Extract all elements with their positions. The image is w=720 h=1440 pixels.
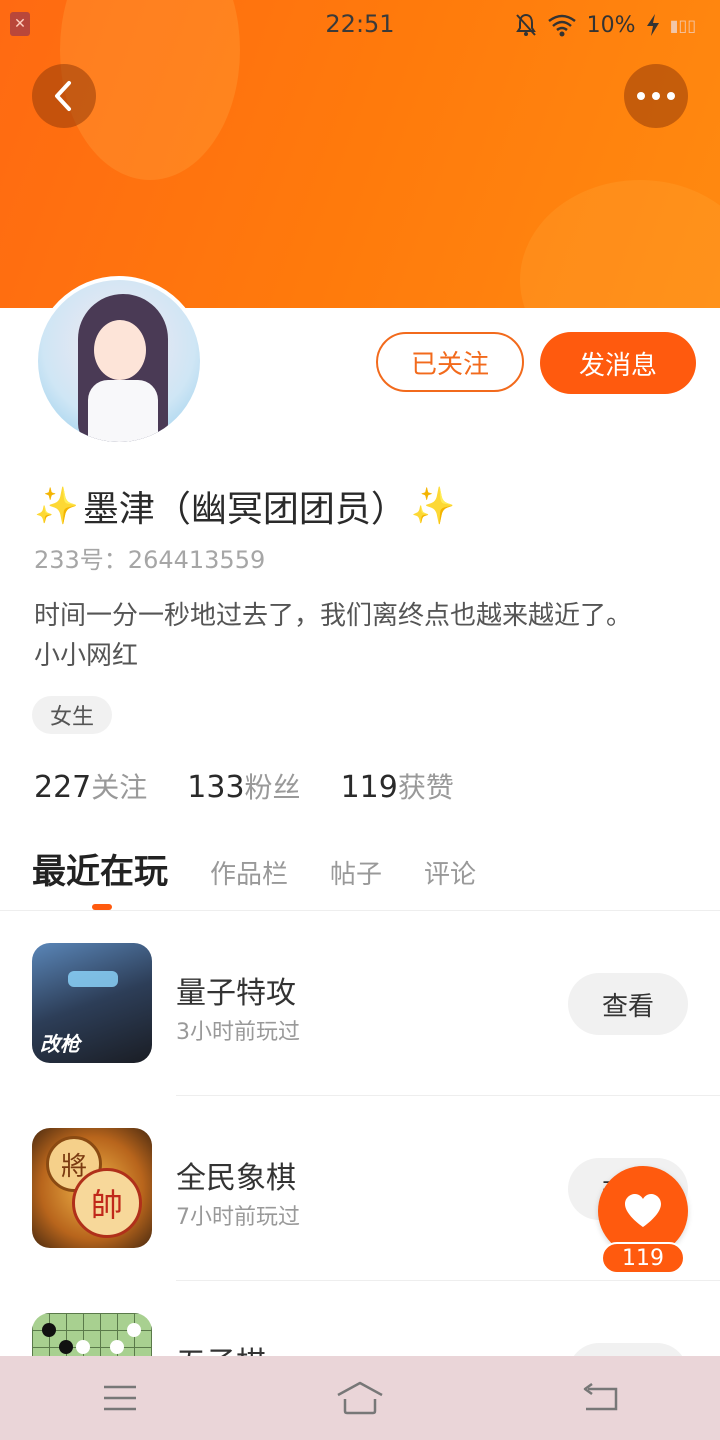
profile-stats: 227关注 133粉丝 119获赞 (34, 766, 454, 806)
avatar[interactable] (34, 276, 204, 446)
stat-number: 119 (340, 770, 398, 805)
list-item[interactable]: 改枪 量子特攻 3小时前玩过 查看 (0, 912, 720, 1097)
menu-icon (104, 1385, 136, 1411)
tab-posts[interactable]: 帖子 (330, 854, 382, 891)
divider (176, 1280, 720, 1281)
stat-likes[interactable]: 119获赞 (341, 766, 454, 806)
stat-followers[interactable]: 133粉丝 (187, 766, 300, 806)
gender-tag: 女生 (32, 696, 112, 734)
stat-label: 获赞 (397, 771, 454, 804)
send-message-button[interactable]: 发消息 (540, 332, 696, 394)
stat-following[interactable]: 227关注 (34, 766, 147, 806)
home-icon (337, 1381, 383, 1415)
tab-recently-played[interactable]: 最近在玩 (32, 844, 168, 893)
signal-icon: ▮▯▯ (669, 15, 696, 35)
return-icon (583, 1383, 618, 1411)
profile-bio: 时间一分一秒地过去了，我们离终点也越来越近了。 小小网红 (34, 596, 694, 676)
profile-nickname: ✨ 墨津（幽冥团团员） ✨ (34, 480, 456, 532)
sparkle-icon: ✨ (410, 486, 456, 527)
stat-label: 关注 (91, 771, 148, 804)
divider (0, 910, 720, 911)
status-bar: ✕ 22:51 10% ▮▯▯ (0, 0, 720, 50)
stat-number: 133 (187, 770, 245, 805)
mute-bell-icon (515, 13, 537, 37)
system-navigation-bar (0, 1356, 720, 1440)
heart-icon (625, 1194, 661, 1227)
bio-line: 小小网红 (34, 641, 139, 671)
divider (176, 1095, 720, 1096)
sparkle-icon: ✨ (34, 486, 79, 527)
back-nav-button[interactable] (560, 1368, 640, 1428)
charging-icon (646, 14, 660, 36)
game-title: 全民象棋 (176, 1161, 296, 1196)
tab-works[interactable]: 作品栏 (210, 854, 288, 891)
more-dots-icon (637, 92, 675, 100)
battery-text: 10% (586, 12, 636, 38)
followed-button[interactable]: 已关注 (376, 332, 524, 392)
chess-piece: 帥 (72, 1168, 142, 1238)
more-options-button[interactable] (624, 64, 688, 128)
back-button[interactable] (32, 64, 96, 128)
game-icon-quantum: 改枪 (32, 943, 152, 1063)
stat-label: 粉丝 (244, 771, 301, 804)
status-icons: 10% ▮▯▯ (515, 10, 696, 40)
game-icon-label: 改枪 (40, 1032, 80, 1056)
stat-number: 227 (34, 770, 92, 805)
like-count-badge: 119 (601, 1242, 685, 1274)
menu-button[interactable] (80, 1368, 160, 1428)
game-icon-chess: 將 帥 (32, 1128, 152, 1248)
view-button[interactable]: 查看 (568, 973, 688, 1035)
game-last-played: 3小时前玩过 (176, 1020, 300, 1045)
home-button[interactable] (320, 1368, 400, 1428)
user-id: 233号：264413559 (34, 546, 266, 574)
nickname-text: 墨津（幽冥团团员） (82, 489, 407, 530)
tab-comments[interactable]: 评论 (424, 854, 476, 891)
wifi-icon (547, 13, 577, 37)
profile-tabs: 最近在玩 作品栏 帖子 评论 (32, 844, 518, 893)
avatar-image (38, 280, 200, 442)
bio-line: 时间一分一秒地过去了，我们离终点也越来越近了。 (34, 601, 633, 631)
chevron-left-icon (55, 81, 71, 111)
game-last-played: 7小时前玩过 (176, 1205, 300, 1230)
game-title: 量子特攻 (176, 976, 296, 1011)
